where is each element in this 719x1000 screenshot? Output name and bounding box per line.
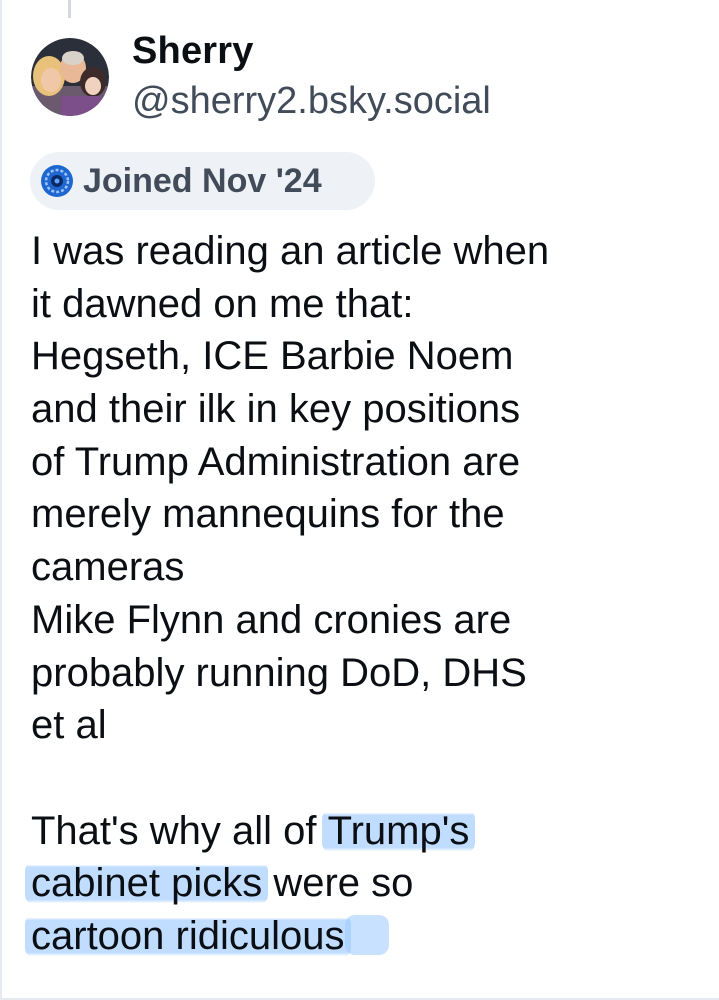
post-text-line: Mike Flynn and cronies are xyxy=(31,597,512,642)
post-text-line: cameras xyxy=(31,545,185,590)
highlight-tail-mark xyxy=(344,914,389,955)
joined-badge-label: Joined Nov '24 xyxy=(83,161,322,200)
post-text-segment: That's why all of xyxy=(31,808,328,853)
highlighted-text: Trump's xyxy=(321,808,476,853)
post-text-line: probably running DoD, DHS xyxy=(31,650,527,695)
post-text: I was reading an article when it dawned … xyxy=(25,225,711,963)
post-text-segment: were so xyxy=(262,861,414,906)
post-text-line: cabinet picks were so xyxy=(25,857,711,910)
post-text-line: it dawned on me that: xyxy=(31,281,414,326)
post-text-line: of Trump Administration are xyxy=(31,439,521,484)
highlighted-text: cabinet picks xyxy=(25,861,269,906)
avatar[interactable] xyxy=(31,38,109,116)
post-text-line: cartoon ridiculous xyxy=(25,910,711,963)
post-text-line: Hegseth, ICE Barbie Noem xyxy=(31,334,514,379)
post-text-line: That's why all of Trump's xyxy=(31,805,711,858)
post-text-line: et al xyxy=(31,703,107,748)
post-text-line: I was reading an article when xyxy=(31,229,550,273)
bluesky-joined-icon xyxy=(41,165,73,197)
thread-left-border xyxy=(0,0,2,1000)
post-text-line: merely mannequins for the xyxy=(31,492,505,537)
avatar-photo-icon xyxy=(31,38,109,116)
post-text-line: and their ilk in key positions xyxy=(31,387,521,432)
post-text-blank-line xyxy=(31,752,711,805)
thread-connector-line xyxy=(68,0,71,18)
joined-badge: Joined Nov '24 xyxy=(30,152,375,210)
highlighted-text: cartoon ridiculous xyxy=(25,913,351,958)
author-display-name[interactable]: Sherry xyxy=(132,30,254,73)
author-handle[interactable]: @sherry2.bsky.social xyxy=(132,80,491,123)
